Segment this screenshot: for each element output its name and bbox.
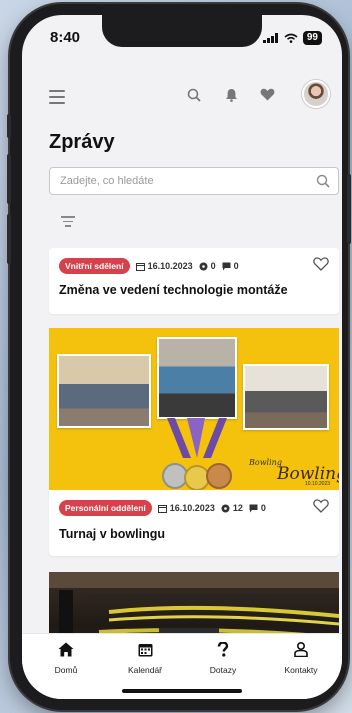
status-time: 8:40 (50, 29, 81, 46)
bottom-tab-bar: Domů Kalendář Dotazy Kontakty (22, 633, 342, 699)
tab-label: Kontakty (284, 665, 318, 675)
news-date: 16.10.2023 (169, 503, 215, 513)
news-image-bowling[interactable]: Bowling Bowling 10.10.2023 (49, 328, 339, 490)
tab-home[interactable]: Domů (31, 642, 101, 678)
tab-calendar[interactable]: Kalendář (110, 642, 180, 678)
search-field-icon[interactable] (316, 174, 330, 188)
menu-icon[interactable] (49, 90, 65, 108)
comments-count: 0 (260, 503, 266, 513)
news-date: 16.10.2023 (147, 261, 193, 271)
search-placeholder: Zadejte, co hledáte (60, 175, 154, 187)
eye-icon (199, 262, 208, 270)
news-meta: Vnitřní sdělení 16.10.2023 0 0 (59, 258, 239, 274)
power-button (347, 174, 351, 244)
favorite-heart-icon[interactable] (313, 499, 329, 513)
bell-icon[interactable] (225, 88, 238, 102)
tab-questions[interactable]: Dotazy (188, 642, 258, 678)
search-input[interactable]: Zadejte, co hledáte (49, 167, 339, 195)
image-date: 10.10.2023 (305, 481, 331, 487)
photo-group-3 (243, 364, 329, 430)
news-meta: Personální oddělení 16.10.2023 12 0 (59, 500, 266, 516)
search-icon[interactable] (187, 88, 201, 102)
news-card[interactable]: Personální oddělení 16.10.2023 12 0 Turn… (49, 490, 339, 556)
heart-icon[interactable] (260, 88, 275, 101)
avatar[interactable] (302, 80, 330, 108)
comment-icon (222, 262, 231, 270)
comments-count: 0 (233, 261, 239, 271)
app-screen: 8:40 99 Zprávy Zadejte, co hledáte Vnitř… (22, 15, 342, 699)
calendar-icon (135, 262, 145, 271)
tab-label: Dotazy (209, 665, 237, 675)
signal-icon (262, 33, 278, 43)
home-icon (58, 642, 74, 657)
category-badge[interactable]: Personální oddělení (59, 500, 152, 516)
calendar-icon (157, 504, 167, 513)
calendar-icon (138, 644, 152, 657)
tab-label: Domů (54, 665, 78, 675)
news-title[interactable]: Turnaj v bowlingu (59, 527, 165, 541)
volume-up-button (7, 154, 11, 204)
tab-contacts[interactable]: Kontakty (266, 642, 336, 678)
page-title: Zprávy (49, 131, 115, 153)
person-icon (294, 642, 308, 657)
medals-icon (162, 418, 232, 490)
photo-group-2 (157, 337, 237, 419)
mute-switch (7, 114, 11, 138)
filter-icon[interactable] (61, 216, 75, 230)
eye-icon (221, 504, 230, 512)
battery-indicator: 99 (302, 31, 322, 45)
notch (102, 15, 262, 47)
views-count: 12 (232, 503, 243, 513)
comment-icon (249, 504, 258, 512)
photo-group-1 (57, 354, 151, 428)
wifi-icon (284, 33, 298, 43)
question-icon (217, 642, 229, 657)
news-title[interactable]: Změna ve vedení technologie montáže (59, 283, 288, 297)
status-icons: 99 (262, 31, 322, 45)
home-indicator[interactable] (122, 689, 242, 693)
views-count: 0 (210, 261, 216, 271)
favorite-heart-icon[interactable] (313, 257, 329, 271)
news-card[interactable]: Vnitřní sdělení 16.10.2023 0 0 Změna ve … (49, 248, 339, 314)
volume-down-button (7, 214, 11, 264)
tab-label: Kalendář (127, 665, 163, 675)
app-header (22, 80, 342, 120)
category-badge[interactable]: Vnitřní sdělení (59, 258, 130, 274)
